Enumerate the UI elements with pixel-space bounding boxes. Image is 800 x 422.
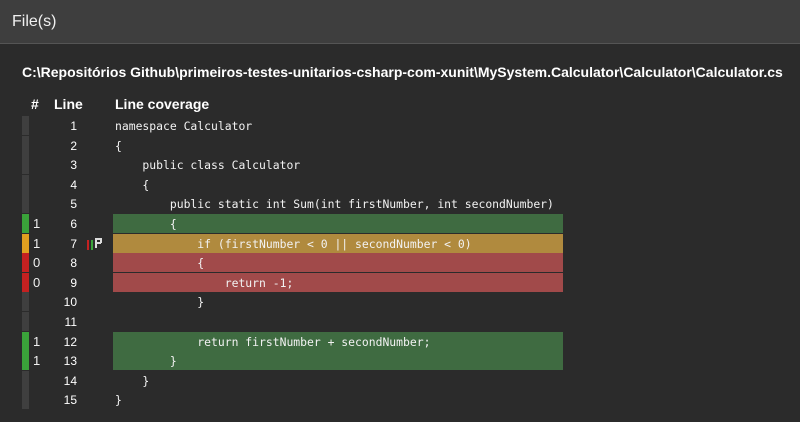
code-line: }: [115, 295, 205, 310]
line-number: 6: [70, 216, 77, 231]
hit-count: 0: [33, 274, 41, 290]
branch-coverage-icon[interactable]: [86, 235, 106, 253]
code-line: {: [115, 177, 150, 192]
line-number: 1: [70, 119, 77, 133]
coverage-indicator-bar: [22, 272, 29, 292]
column-header-line-coverage: Line coverage: [115, 96, 210, 112]
coverage-indicator-bar: [22, 370, 29, 390]
code-line: }: [115, 393, 122, 408]
coverage-indicator-bar: [22, 174, 29, 194]
coverage-indicator-bar: [22, 116, 29, 135]
line-number: 2: [70, 138, 77, 153]
coverage-indicator-bar: [22, 351, 29, 371]
line-number: 15: [63, 393, 77, 408]
line-number: 13: [63, 354, 77, 369]
code-line: public class Calculator: [115, 158, 301, 173]
code-line: }: [115, 373, 150, 388]
file-path: C:\Repositórios Github\primeiros-testes-…: [22, 64, 783, 80]
hit-count: 0: [33, 255, 41, 271]
coverage-indicator-bar: [22, 135, 29, 155]
table-row: 1 13 }: [0, 351, 800, 371]
line-number: 3: [70, 158, 77, 173]
table-row: 11: [0, 311, 800, 332]
code-line: }: [113, 351, 563, 371]
line-number: 7: [70, 236, 77, 251]
hit-count: 1: [33, 215, 41, 231]
coverage-table: 1 namespace Calculator 2{3 public class Ca…: [0, 116, 800, 410]
coverage-indicator-bar: [22, 253, 29, 273]
table-row: 0 8 {: [0, 253, 800, 273]
table-row: 1 namespace Calculator: [0, 116, 800, 136]
table-row: 1 6 {: [0, 213, 800, 234]
code-line: {: [113, 253, 563, 273]
line-number: 8: [70, 256, 77, 271]
line-number: 4: [70, 177, 77, 192]
code-line: return firstNumber + secondNumber;: [113, 331, 563, 351]
line-number: 11: [64, 314, 77, 329]
coverage-indicator-bar: [22, 213, 29, 233]
coverage-indicator-bar: [22, 390, 29, 410]
code-line: return -1;: [113, 272, 563, 292]
table-row: 3 public class Calculator: [0, 155, 800, 175]
code-line: {: [113, 213, 563, 233]
table-row: 2{: [0, 135, 800, 156]
line-number: 9: [70, 275, 77, 290]
table-row: 1 12 return firstNumber + secondNumber;: [0, 331, 800, 352]
coverage-indicator-bar: [22, 292, 29, 312]
panel-title: File(s): [12, 13, 57, 30]
hit-count: 1: [33, 235, 41, 251]
column-header-line: Line: [54, 96, 83, 112]
code-line: if (firstNumber < 0 || secondNumber < 0): [113, 233, 563, 253]
table-row: 0 9 return -1;: [0, 272, 800, 293]
table-row: 4 {: [0, 174, 800, 195]
files-panel-header[interactable]: File(s): [0, 0, 800, 44]
table-row: 15}: [0, 390, 800, 410]
table-row: 1 7 if (firstNumber < 0 || secondNumber <…: [0, 233, 800, 254]
coverage-indicator-bar: [22, 155, 29, 175]
code-line: public static int Sum(int firstNumber, i…: [115, 197, 554, 212]
hit-count: 1: [33, 333, 41, 349]
line-number: 12: [63, 334, 77, 349]
coverage-indicator-bar: [22, 194, 29, 214]
coverage-indicator-bar: [22, 331, 29, 351]
table-row: 10 }: [0, 292, 800, 312]
line-number: 10: [63, 295, 77, 310]
column-header-hits: #: [31, 96, 39, 112]
coverage-indicator-bar: [22, 311, 29, 331]
code-line: {: [115, 138, 122, 153]
line-number: 14: [63, 373, 77, 388]
table-row: 5 public static int Sum(int firstNumber,…: [0, 194, 800, 214]
code-line: namespace Calculator: [115, 119, 253, 133]
table-row: 14 }: [0, 370, 800, 391]
coverage-indicator-bar: [22, 233, 29, 253]
hit-count: 1: [33, 353, 41, 369]
line-number: 5: [70, 197, 77, 212]
